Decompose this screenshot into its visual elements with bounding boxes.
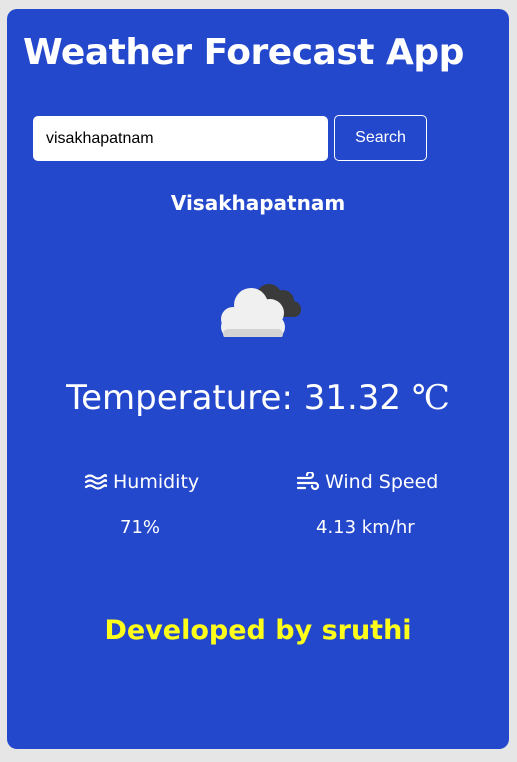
app-title: Weather Forecast App	[23, 32, 464, 73]
search-button[interactable]: Search	[334, 115, 427, 161]
cloudy-icon	[213, 275, 305, 339]
wind-speed-label: Wind Speed	[325, 471, 439, 493]
city-name: Visakhapatnam	[170, 191, 346, 215]
humidity-label: Humidity	[113, 471, 200, 493]
humidity-value: 71%	[120, 517, 161, 538]
humidity-icon	[84, 473, 108, 491]
wind-icon	[296, 472, 320, 492]
weather-card: Weather Forecast App Search Visakhapatna…	[7, 9, 509, 749]
temperature-label: Temperature:	[66, 378, 293, 418]
developer-credit: Developed by sruthi	[104, 615, 412, 646]
temperature: Temperature: 31.32 ℃	[7, 375, 509, 421]
wind-label-group: Wind Speed	[296, 469, 438, 495]
temperature-value: 31.32	[303, 378, 402, 418]
humidity-label-group: Humidity	[84, 469, 199, 495]
temperature-unit: ℃	[411, 378, 450, 418]
wind-speed-value: 4.13 km/hr	[316, 517, 415, 538]
city-search-input[interactable]	[33, 116, 328, 161]
